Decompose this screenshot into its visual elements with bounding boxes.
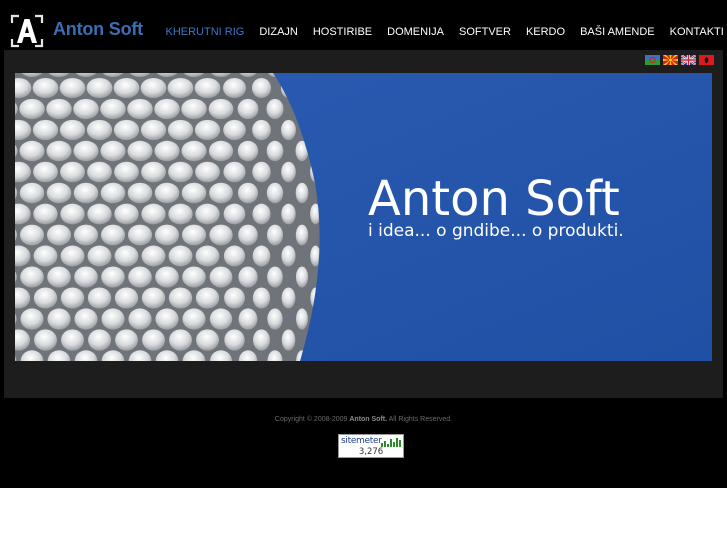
nav-item-kerdo[interactable]: KERDO [518, 26, 572, 38]
albania-flag-icon[interactable] [699, 55, 714, 65]
logo[interactable]: Anton Soft [10, 14, 143, 48]
banner-title: Anton Soft [368, 171, 620, 227]
romani-flag-icon[interactable] [645, 55, 660, 65]
language-switcher [645, 55, 714, 65]
visitor-count: 3,276 [358, 447, 384, 457]
macedonia-flag-icon[interactable] [663, 55, 678, 65]
sitemeter-badge[interactable]: sitemeter 3,276 [338, 434, 404, 458]
nav-item-dizajn[interactable]: DIZAJN [252, 26, 306, 38]
main-nav: KHERUTNI RIG DIZAJN HOSTIRIBE DOMENIJA SOFTV… [158, 26, 727, 38]
logo-text: Anton Soft [53, 18, 143, 39]
nav-item-hostiribe[interactable]: HOSTIRIBE [305, 26, 379, 38]
nav-item-kherutni-rig[interactable]: KHERUTNI RIG [158, 26, 252, 38]
banner-tagline: i idea... o gndibe... o produkti. [368, 221, 624, 241]
footer-copyright: Copyright © 2008-2009 Anton Soft. All Ri… [0, 416, 727, 423]
nav-item-kontakti[interactable]: KONTAKTI [662, 26, 727, 38]
hero-banner: Anton Soft i idea... o gndibe... o produ… [15, 73, 712, 361]
site-header: Anton Soft KHERUTNI RIG DIZAJN HOSTIRIBE DO… [0, 0, 727, 50]
copyright-owner: Anton Soft. [349, 416, 388, 423]
page: Anton Soft KHERUTNI RIG DIZAJN HOSTIRIBE DO… [0, 0, 727, 545]
copyright-text: Copyright © 2008-2009 [274, 416, 348, 423]
nav-item-domenija[interactable]: DOMENIJA [380, 26, 452, 38]
uk-flag-icon[interactable] [681, 55, 696, 65]
content-panel: Anton Soft i idea... o gndibe... o produ… [4, 50, 723, 398]
nav-item-ba-i-amende[interactable]: BAŠI AMENDE [573, 26, 663, 38]
nav-item-softver[interactable]: SOFTVER [451, 26, 518, 38]
sitemeter-label: sitemeter [341, 436, 382, 446]
copyright-rights: All Rights Reserved. [388, 416, 453, 423]
logo-mark-icon [10, 14, 44, 48]
site-body: Anton Soft KHERUTNI RIG DIZAJN HOSTIRIBE DO… [0, 0, 727, 488]
sitemeter-bars-icon [381, 438, 401, 447]
